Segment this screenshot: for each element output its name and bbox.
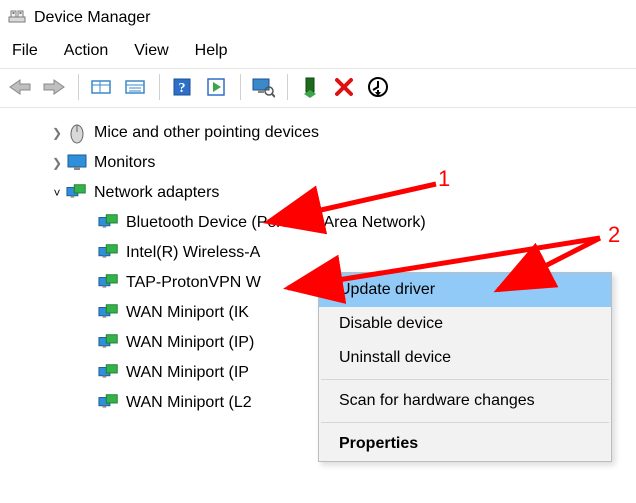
context-menu: Update driver Disable device Uninstall d… [318,272,612,462]
menu-file[interactable]: File [6,40,52,62]
tree-item-label: WAN Miniport (IP [126,364,249,382]
network-adapter-icon [98,303,120,323]
ctx-update-driver[interactable]: Update driver [319,273,611,307]
title-bar: Device Manager [0,0,636,36]
action-button[interactable] [200,71,232,103]
toolbar-separator [287,74,288,100]
network-adapter-icon [98,393,120,413]
ctx-separator [321,422,609,423]
expander-icon[interactable]: ❯ [48,126,66,140]
tree-item-network-child[interactable]: Bluetooth Device (Personal Area Network) [16,208,632,238]
tree-item-mice[interactable]: ❯ Mice and other pointing devices [16,118,632,148]
toolbar: ? [0,68,636,108]
expander-icon[interactable]: ❯ [48,156,66,170]
toolbar-separator [159,74,160,100]
show-hidden-button[interactable] [85,71,117,103]
ctx-scan-hardware[interactable]: Scan for hardware changes [319,384,611,418]
ctx-uninstall-device[interactable]: Uninstall device [319,341,611,375]
tree-item-label: WAN Miniport (L2 [126,394,252,412]
back-button[interactable] [4,71,36,103]
tree-item-network-adapters[interactable]: ˅ Network adapters [16,178,632,208]
tree-item-label: WAN Miniport (IK [126,304,249,322]
expander-icon[interactable]: ˅ [48,186,66,200]
tree-item-label: TAP-ProtonVPN W [126,274,261,292]
monitor-icon [66,153,88,173]
tree-item-label: Intel(R) Wireless-A [126,244,260,262]
help-button[interactable]: ? [166,71,198,103]
forward-button[interactable] [38,71,70,103]
enable-button[interactable] [294,71,326,103]
tree-item-label: Monitors [94,154,155,172]
scan-button[interactable] [247,71,279,103]
properties-button[interactable] [119,71,151,103]
tree-item-label: WAN Miniport (IP) [126,334,254,352]
menu-help[interactable]: Help [189,40,242,62]
network-adapter-icon [98,213,120,233]
app-icon [8,9,26,27]
network-adapter-icon [66,183,88,203]
network-adapter-icon [98,243,120,263]
tree-item-monitors[interactable]: ❯ Monitors [16,148,632,178]
uninstall-button[interactable] [328,71,360,103]
svg-text:?: ? [179,81,186,96]
disable-button[interactable] [362,71,394,103]
network-adapter-icon [98,363,120,383]
ctx-properties[interactable]: Properties [319,427,611,461]
tree-item-label: Network adapters [94,184,219,202]
menu-action[interactable]: Action [58,40,122,62]
ctx-separator [321,379,609,380]
menu-view[interactable]: View [128,40,182,62]
window-title: Device Manager [34,9,151,27]
mouse-icon [66,122,88,144]
tree-item-network-child[interactable]: Intel(R) Wireless-A [16,238,632,268]
tree-item-label: Bluetooth Device (Personal Area Network) [126,214,426,232]
ctx-disable-device[interactable]: Disable device [319,307,611,341]
menu-bar: File Action View Help [0,36,636,68]
network-adapter-icon [98,273,120,293]
tree-item-label: Mice and other pointing devices [94,124,319,142]
toolbar-separator [240,74,241,100]
network-adapter-icon [98,333,120,353]
toolbar-separator [78,74,79,100]
